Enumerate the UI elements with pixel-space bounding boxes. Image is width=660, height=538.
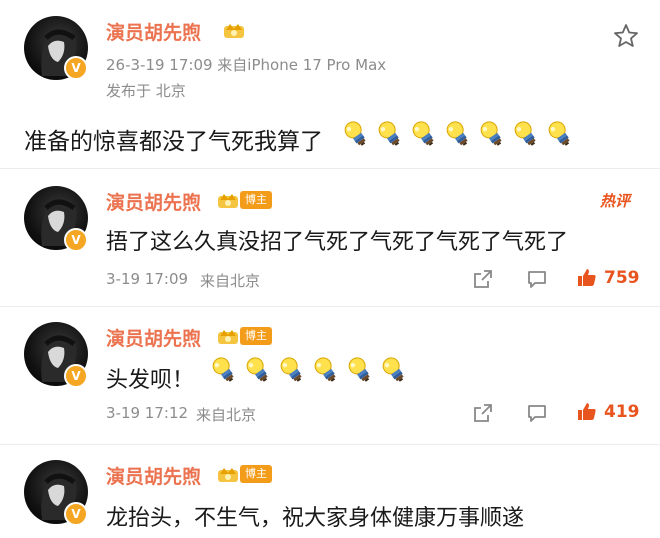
v-badge-icon: V <box>64 56 88 80</box>
divider <box>0 306 660 307</box>
share-icon[interactable] <box>472 268 494 290</box>
comment-emoji-row <box>208 354 410 386</box>
crown-icon <box>218 194 238 208</box>
star-icon[interactable] <box>612 22 640 50</box>
post-text: 准备的惊喜都没了气死我算了 <box>24 129 323 155</box>
post-username[interactable]: 演员胡先煦 <box>106 18 201 45</box>
lightbulb-emoji <box>314 357 336 382</box>
post-emoji-row <box>340 118 576 150</box>
hot-comment-label: 热评 <box>600 192 631 210</box>
blogger-tag: 博主 <box>240 465 272 483</box>
post-location: 发布于 北京 <box>106 82 186 100</box>
v-badge-icon: V <box>64 228 88 252</box>
lightbulb-emoji <box>514 121 536 146</box>
like-icon[interactable] <box>576 266 598 288</box>
lightbulb-emoji <box>548 121 570 146</box>
lightbulb-emoji <box>348 357 370 382</box>
like-count: 419 <box>604 402 640 422</box>
comment-username[interactable]: 演员胡先煦 <box>106 188 201 215</box>
comment-source: 来自北京 <box>196 406 257 424</box>
lightbulb-emoji <box>280 357 302 382</box>
share-icon[interactable] <box>472 402 494 424</box>
v-badge-icon: V <box>64 364 88 388</box>
lightbulb-emoji <box>412 121 434 146</box>
like-icon[interactable] <box>576 400 598 422</box>
v-badge-icon: V <box>64 502 88 526</box>
comment-source: 来自北京 <box>200 272 261 290</box>
comment-icon[interactable] <box>526 268 548 290</box>
crown-icon <box>218 330 238 344</box>
comment-text: 头发呗！ <box>106 368 195 393</box>
like-count: 759 <box>604 268 640 288</box>
lightbulb-emoji <box>446 121 468 146</box>
crown-icon <box>224 24 244 38</box>
lightbulb-emoji <box>382 357 404 382</box>
post-meta: 26-3-19 17:09 来自iPhone 17 Pro Max <box>106 56 387 74</box>
divider <box>0 168 660 169</box>
comment-username[interactable]: 演员胡先煦 <box>106 462 201 489</box>
comment-text: 龙抬头，不生气，祝大家身体健康万事顺遂 <box>106 506 525 531</box>
blogger-tag: 博主 <box>240 191 272 209</box>
lightbulb-emoji <box>344 121 366 146</box>
lightbulb-emoji <box>212 357 234 382</box>
comment-time: 3-19 17:12 <box>106 404 189 422</box>
lightbulb-emoji <box>378 121 400 146</box>
comment-icon[interactable] <box>526 402 548 424</box>
lightbulb-emoji <box>246 357 268 382</box>
comment-username[interactable]: 演员胡先煦 <box>106 324 201 351</box>
lightbulb-emoji <box>480 121 502 146</box>
comment-time: 3-19 17:09 <box>106 270 189 288</box>
blogger-tag: 博主 <box>240 327 272 345</box>
comment-text: 捂了这么久真没招了气死了气死了气死了气死了 <box>106 230 569 255</box>
crown-icon <box>218 468 238 482</box>
divider <box>0 444 660 445</box>
